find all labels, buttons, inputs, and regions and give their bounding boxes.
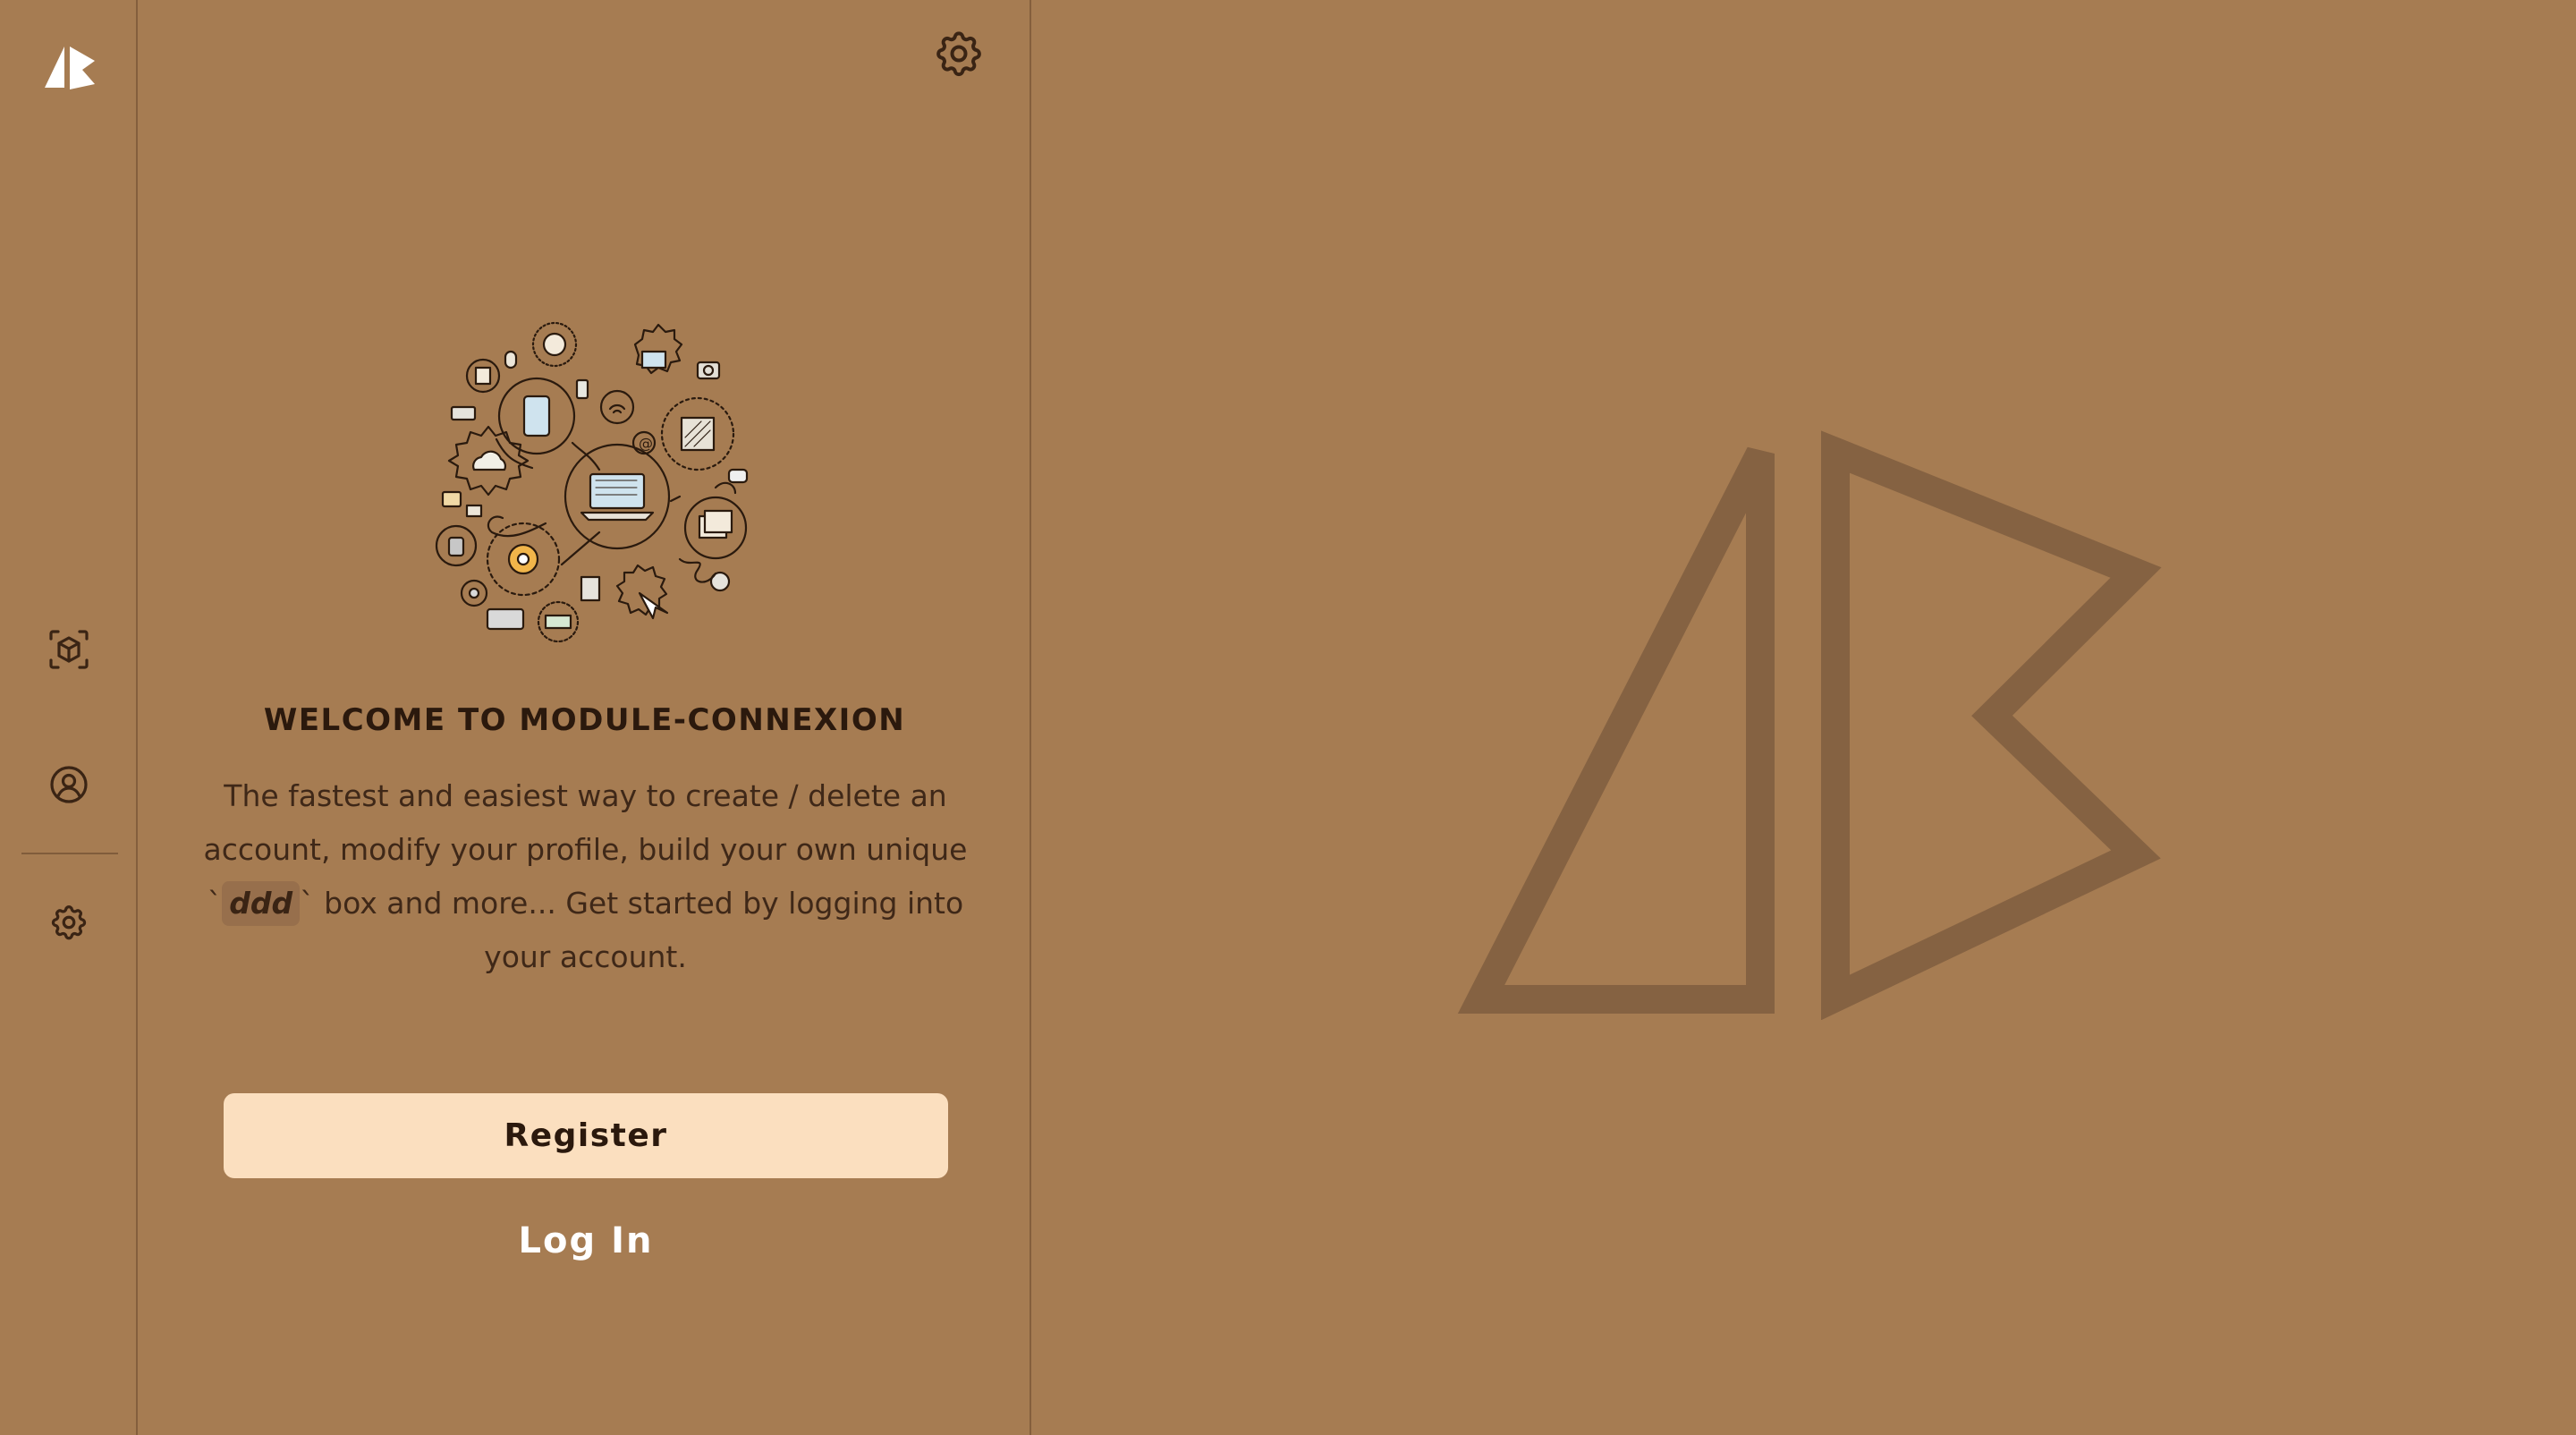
sidebar-item-settings[interactable] — [45, 898, 93, 947]
svg-text:@: @ — [639, 435, 653, 452]
gear-icon — [51, 905, 87, 940]
panel-settings-button[interactable] — [932, 27, 986, 81]
user-circle-icon — [50, 766, 88, 803]
cube-scan-icon — [49, 630, 89, 669]
app-root: @ WELCOME TO MODULE-CONNEXION The fastes… — [0, 0, 2576, 1435]
welcome-description: The fastest and easiest way to create / … — [197, 769, 974, 984]
gear-icon — [936, 31, 981, 77]
sidebar-divider — [21, 853, 118, 854]
sidebar-item-box[interactable] — [45, 625, 93, 674]
icon-sidebar — [0, 0, 138, 1435]
page-title: WELCOME TO MODULE-CONNEXION — [263, 702, 906, 738]
technology-doodle-illustration: @ — [411, 309, 751, 649]
login-button[interactable]: Log In — [402, 1210, 769, 1272]
register-button[interactable]: Register — [224, 1093, 948, 1178]
inline-code-chip: ddd — [222, 881, 301, 926]
brand-logo-icon[interactable] — [43, 45, 97, 91]
description-text-end: ` box and more... Get started by logging… — [300, 886, 964, 974]
brand-logo-outline-icon — [1440, 416, 2169, 1021]
sidebar-item-profile[interactable] — [45, 760, 93, 809]
